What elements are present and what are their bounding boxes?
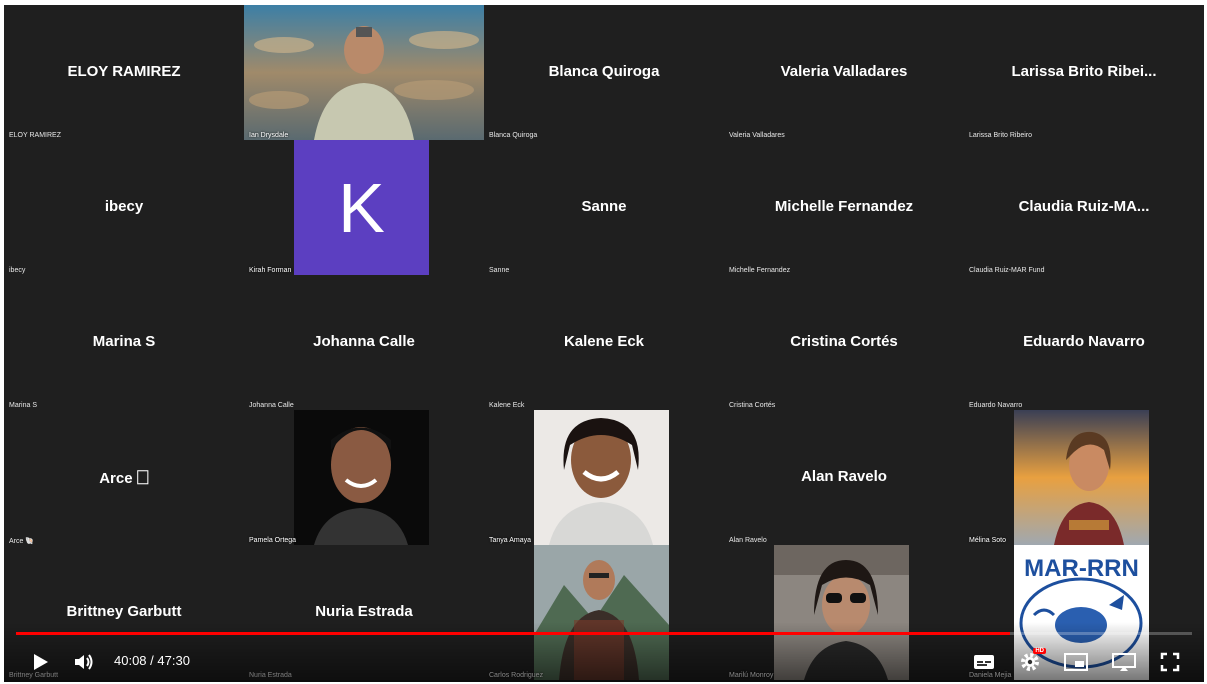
participant-tile[interactable]: Marina S Marina S — [4, 275, 244, 410]
participant-tile[interactable]: Ian Drysdale — [244, 5, 484, 140]
participant-tile[interactable]: Tanya Amaya — [484, 410, 724, 545]
participant-name-label: Ian Drysdale — [249, 132, 289, 139]
participant-tile[interactable]: Michelle Fernandez Michelle Fernandez — [724, 140, 964, 275]
duration: 47:30 — [157, 653, 190, 668]
participant-tile[interactable]: Claudia Ruiz-MA... Claudia Ruiz-MAR Fund — [964, 140, 1204, 275]
participant-tile[interactable]: Arce 🗌 Arce 🐚 — [4, 410, 244, 545]
participant-tile[interactable]: Blanca Quiroga Blanca Quiroga — [484, 5, 724, 140]
settings-button[interactable]: HD — [1016, 648, 1046, 676]
miniplayer-button[interactable] — [1062, 648, 1090, 676]
participant-name-large: Michelle Fernandez — [774, 198, 914, 215]
participant-name-large: ibecy — [104, 198, 144, 215]
participant-name-label: Sanne — [489, 267, 510, 274]
participant-tile[interactable]: Pamela Ortega — [244, 410, 484, 545]
participant-tile[interactable]: Larissa Brito Ribei... Larissa Brito Ribe… — [964, 5, 1204, 140]
participant-name-label: Kirah Forman — [249, 267, 292, 274]
participant-name-label: Claudia Ruiz-MAR Fund — [969, 267, 1045, 274]
time-separator: / — [146, 653, 158, 668]
participant-name-label: Alan Ravelo — [729, 537, 767, 544]
participant-tile[interactable]: Cristina Cortés Cristina Cortés — [724, 275, 964, 410]
gear-icon — [1021, 653, 1039, 671]
progress-fill — [16, 632, 1010, 635]
progress-bar[interactable] — [16, 632, 1192, 635]
cast-button[interactable] — [1110, 648, 1138, 676]
participant-name-label: Michelle Fernandez — [729, 267, 791, 274]
participant-name-large: Alan Ravelo — [801, 468, 887, 485]
time-display: 40:08 / 47:30 — [114, 653, 190, 668]
logo-text: MAR-RRN — [1024, 555, 1139, 582]
participant-tile[interactable]: Johanna Calle Johanna Calle — [244, 275, 484, 410]
participant-name-large: Johanna Calle — [313, 333, 415, 350]
participant-tile[interactable]: Alan Ravelo Alan Ravelo — [724, 410, 964, 545]
participant-name-label: Tanya Amaya — [489, 537, 532, 544]
participant-name-large: Sanne — [581, 198, 627, 215]
participant-tile[interactable]: Valeria Valladares Valeria Valladares — [724, 5, 964, 140]
participant-video — [1014, 410, 1149, 545]
participant-name-label: Arce 🐚 — [9, 538, 35, 545]
subtitles-icon — [974, 655, 994, 669]
participant-tile[interactable]: Mélina Soto — [964, 410, 1204, 545]
participant-name-large: Eduardo Navarro — [1023, 333, 1145, 350]
participant-name-large: Valeria Valladares — [780, 63, 908, 80]
participant-name-large: Blanca Quiroga — [548, 63, 660, 80]
volume-icon — [75, 654, 93, 670]
participant-tile[interactable]: ibecy ibecy — [4, 140, 244, 275]
participant-name-large: Cristina Cortés — [790, 333, 898, 350]
cast-icon — [1112, 653, 1136, 671]
current-time: 40:08 — [114, 653, 147, 668]
participant-tile[interactable]: Sanne Sanne — [484, 140, 724, 275]
participant-name-label: Johanna Calle — [249, 402, 294, 409]
participant-name-label: Mélina Soto — [969, 537, 1006, 544]
participant-name-large: Brittney Garbutt — [66, 603, 182, 620]
participant-name-label: Eduardo Navarro — [969, 402, 1023, 409]
participant-name-large: ELOY RAMIREZ — [67, 63, 181, 80]
fullscreen-button[interactable] — [1156, 648, 1184, 676]
participant-name-large: Arce 🗌 — [99, 470, 149, 487]
participant-name-label: Marina S — [9, 402, 38, 409]
participant-video — [294, 410, 429, 545]
volume-button[interactable] — [70, 648, 98, 676]
participant-video — [534, 410, 669, 545]
participant-name-large: Larissa Brito Ribei... — [1011, 63, 1157, 80]
hd-badge: HD — [1033, 648, 1046, 654]
avatar: K — [294, 140, 429, 275]
participant-name-large: Claudia Ruiz-MA... — [1018, 198, 1150, 215]
participant-tile[interactable]: Eduardo Navarro Eduardo Navarro — [964, 275, 1204, 410]
play-icon — [34, 654, 48, 670]
participant-tile[interactable]: Kalene Eck Kalene Eck — [484, 275, 724, 410]
play-button[interactable] — [26, 648, 54, 676]
participant-video — [244, 5, 484, 140]
participant-tile[interactable]: K Kirah Forman — [244, 140, 484, 275]
participant-name-label: ELOY RAMIREZ — [9, 132, 61, 139]
participant-tile[interactable]: ELOY RAMIREZ ELOY RAMIREZ — [4, 5, 244, 140]
participant-name-label: Blanca Quiroga — [489, 132, 538, 139]
participant-name-label: Valeria Valladares — [729, 132, 785, 139]
fullscreen-icon — [1160, 652, 1180, 672]
participant-name-large: Nuria Estrada — [315, 603, 413, 620]
participant-name-label: ibecy — [9, 267, 26, 274]
participant-name-large: Marina S — [92, 333, 156, 350]
subtitles-button[interactable] — [970, 648, 998, 676]
participant-name-label: Cristina Cortés — [729, 402, 776, 409]
participant-name-label: Pamela Ortega — [249, 537, 297, 544]
participant-name-label: Larissa Brito Ribeiro — [969, 132, 1033, 139]
miniplayer-icon — [1064, 653, 1088, 671]
participant-name-large: Kalene Eck — [563, 333, 645, 350]
participant-name-label: Kalene Eck — [489, 402, 525, 409]
video-player[interactable]: ELOY RAMIREZ ELOY RAMIREZ Ian Drysdale Blan… — [4, 5, 1204, 682]
